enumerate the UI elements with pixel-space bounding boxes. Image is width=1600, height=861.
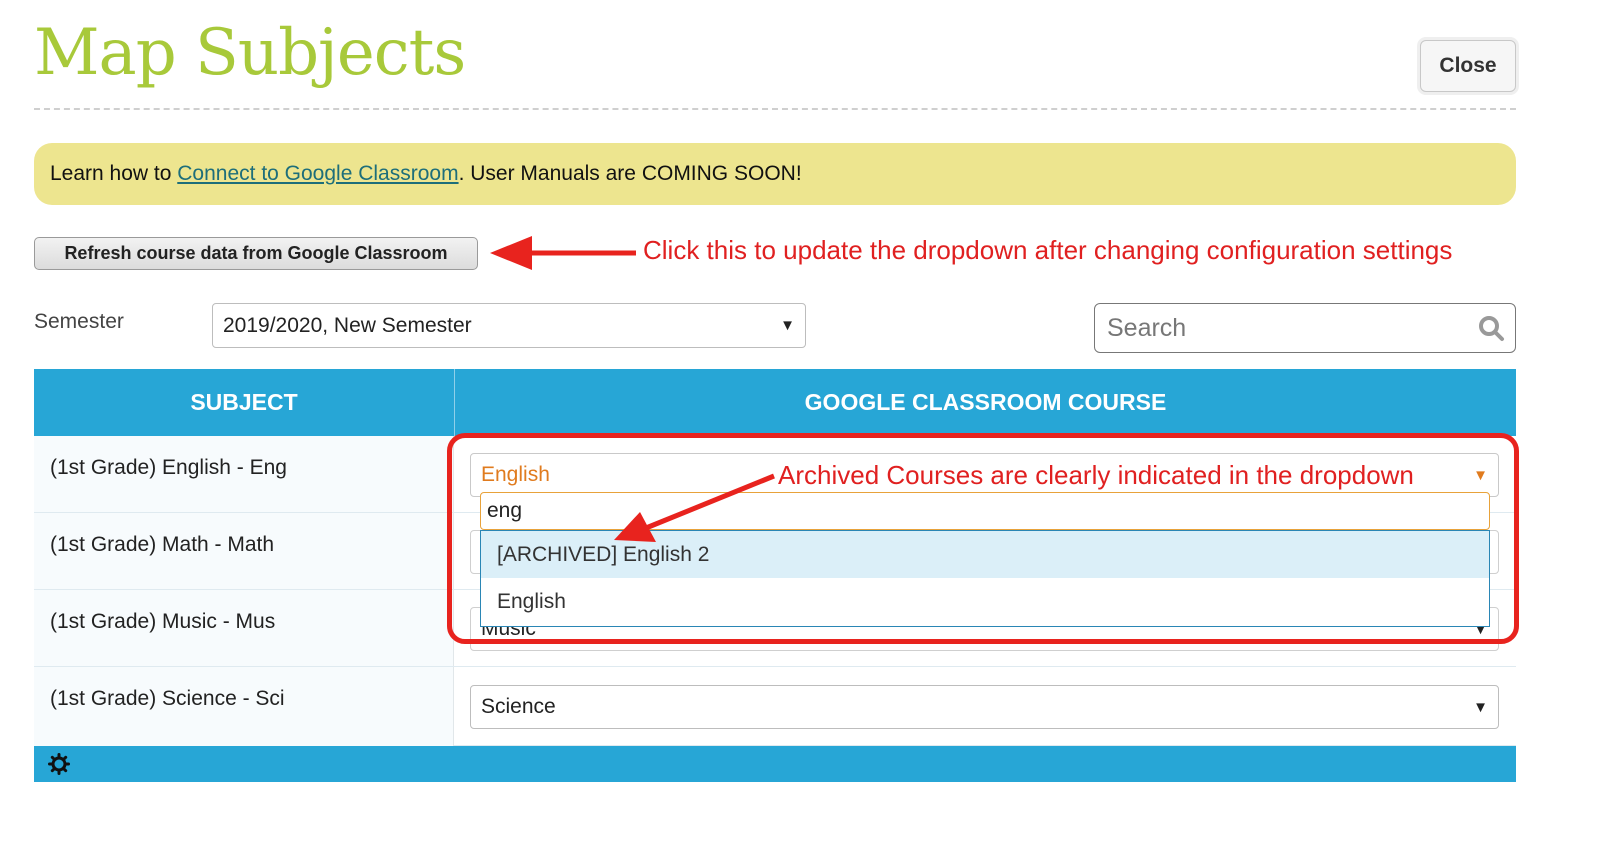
column-header-subject: SUBJECT — [34, 369, 455, 436]
info-banner: Learn how to Connect to Google Classroom… — [34, 143, 1516, 205]
subject-cell: (1st Grade) English - Eng — [34, 436, 454, 512]
table-footer-bar — [34, 746, 1516, 782]
semester-value: 2019/2020, New Semester — [223, 313, 472, 337]
archived-annotation-text: Archived Courses are clearly indicated i… — [776, 460, 1416, 491]
page-title: Map Subjects — [34, 16, 466, 90]
subject-cell: (1st Grade) Science - Sci — [34, 667, 454, 746]
annotation-arrow-left-icon — [490, 236, 636, 270]
gear-icon[interactable] — [48, 753, 70, 775]
course-select-science[interactable]: Science ▼ — [470, 685, 1499, 729]
banner-prefix: Learn how to — [50, 162, 178, 185]
semester-select[interactable]: 2019/2020, New Semester ▼ — [212, 303, 806, 348]
refresh-course-data-button[interactable]: Refresh course data from Google Classroo… — [34, 237, 478, 270]
subject-cell: (1st Grade) Music - Mus — [34, 590, 454, 666]
connect-google-classroom-link[interactable]: Connect to Google Classroom — [177, 162, 458, 186]
chevron-down-icon: ▼ — [1473, 698, 1488, 716]
subject-cell: (1st Grade) Math - Math — [34, 513, 454, 589]
course-value: Science — [481, 695, 556, 718]
search-box — [1094, 303, 1516, 353]
chevron-down-icon: ▼ — [780, 317, 795, 334]
search-input[interactable] — [1105, 312, 1477, 344]
column-header-course: GOOGLE CLASSROOM COURSE — [804, 389, 1167, 415]
semester-label: Semester — [34, 310, 124, 333]
table-header: SUBJECT GOOGLE CLASSROOM COURSE — [34, 369, 1516, 436]
close-button[interactable]: Close — [1420, 40, 1516, 92]
refresh-annotation-text: Click this to update the dropdown after … — [643, 235, 1453, 265]
title-divider — [34, 108, 1516, 110]
banner-suffix: . User Manuals are COMING SOON! — [458, 162, 802, 185]
search-icon[interactable] — [1477, 314, 1505, 342]
annotation-arrow-icon — [614, 473, 775, 542]
